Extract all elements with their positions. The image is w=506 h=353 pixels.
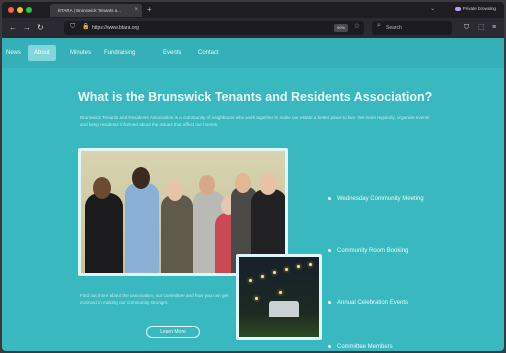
string-light (261, 275, 264, 278)
back-arrow-icon[interactable]: ← (9, 22, 17, 34)
person-head (167, 181, 183, 201)
bullet-icon (328, 249, 331, 252)
nav-item-minutes[interactable]: Minutes (64, 45, 97, 61)
private-label: Private browsing (462, 6, 496, 11)
search-input[interactable]: ⌕ Search (372, 21, 452, 35)
nav-item-fundraising[interactable]: Fundraising (98, 45, 141, 61)
zoom-window-button[interactable] (26, 7, 32, 13)
list-item[interactable]: Wednesday Community Meeting (328, 195, 458, 203)
tab-title: BTARA | Brunswick Tenants a... (58, 8, 122, 13)
new-tab-button[interactable]: + (147, 4, 152, 16)
page-title: What is the Brunswick Tenants and Reside… (78, 90, 433, 104)
string-light (255, 297, 258, 300)
zoom-badge[interactable]: 90% (333, 24, 348, 32)
browser-window: BTARA | Brunswick Tenants a... × + ⌄ Pri… (2, 2, 504, 351)
bullet-icon (328, 301, 331, 304)
webpage: News About Minutes Fundraising Events Co… (2, 38, 504, 351)
string-light (285, 268, 288, 271)
shield-icon[interactable]: ⛉ (464, 22, 469, 34)
tab-strip: BTARA | Brunswick Tenants a... × + ⌄ Pri… (2, 2, 504, 18)
person-head (259, 173, 277, 195)
person-figure (85, 193, 123, 273)
person-head (132, 167, 150, 189)
bookmark-star-icon[interactable]: ☆ (354, 22, 360, 30)
body-paragraph: Find out more about the association, our… (80, 293, 229, 305)
marquee-tent (269, 301, 299, 317)
private-browsing-indicator: Private browsing (454, 6, 496, 11)
person-head (93, 177, 111, 199)
bullet-icon (328, 345, 331, 348)
forward-arrow-icon[interactable]: → (23, 22, 31, 34)
intro-paragraph: Brunswick Tenants and Residents Associat… (80, 115, 430, 127)
event-photo (236, 254, 322, 340)
shield-icon[interactable]: ⛉ (70, 23, 75, 31)
list-item[interactable]: Committee Members (328, 343, 458, 351)
close-icon[interactable]: × (134, 4, 138, 17)
person-head (199, 175, 215, 195)
search-icon: ⌕ (377, 22, 381, 29)
person-head (235, 173, 251, 193)
person-figure (125, 183, 159, 273)
nav-item-contact[interactable]: Contact (192, 45, 225, 61)
nav-item-about[interactable]: About (28, 45, 56, 61)
string-light (279, 291, 282, 294)
private-mask-icon (454, 6, 461, 11)
reload-icon[interactable]: ↻ (37, 22, 44, 34)
menu-icon[interactable]: ≡ (492, 22, 496, 34)
search-placeholder: Search (386, 25, 402, 31)
lock-icon[interactable]: 🔒 (82, 23, 89, 30)
nav-item-news[interactable]: News (2, 45, 27, 61)
string-light (249, 279, 252, 282)
url-text[interactable]: https://www.btara.org (92, 21, 139, 35)
list-item[interactable]: Community Room Booking (328, 247, 458, 255)
string-light (297, 265, 300, 268)
person-figure (161, 195, 193, 273)
nav-item-events[interactable]: Events (157, 45, 187, 61)
bullet-icon (328, 197, 331, 200)
browser-tab[interactable]: BTARA | Brunswick Tenants a... × (50, 4, 142, 17)
extensions-icon[interactable]: ⬚ (478, 22, 485, 34)
string-light (309, 263, 312, 266)
browser-toolbar: ← → ↻ ⛉ 🔒 https://www.btara.org 90% ☆ ⌕ … (2, 18, 504, 38)
learn-more-button[interactable]: Learn More (146, 326, 200, 338)
address-bar[interactable]: ⛉ 🔒 https://www.btara.org 90% ☆ (64, 21, 364, 35)
chevron-down-icon[interactable]: ⌄ (430, 5, 435, 12)
close-window-button[interactable] (8, 7, 14, 13)
string-light (273, 271, 276, 274)
list-item[interactable]: Annual Celebration Events (328, 299, 458, 307)
minimize-window-button[interactable] (17, 7, 23, 13)
site-nav: News About Minutes Fundraising Events Co… (2, 38, 504, 68)
